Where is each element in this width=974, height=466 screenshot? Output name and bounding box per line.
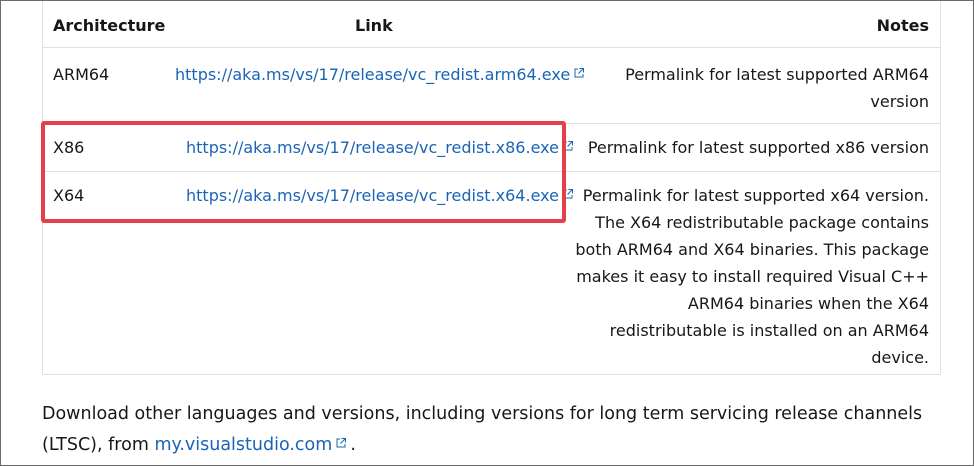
external-link-icon: [574, 68, 585, 78]
download-link-x86[interactable]: https://aka.ms/vs/17/release/vc_redist.x…: [186, 138, 559, 157]
notes-line: makes it easy to install required Visual…: [576, 267, 929, 286]
download-paragraph: Download other languages and versions, i…: [42, 399, 942, 461]
table-row: X86 https://aka.ms/vs/17/release/vc_redi…: [43, 123, 940, 171]
visualstudio-link[interactable]: my.visualstudio.com: [154, 435, 332, 455]
download-link-arm64[interactable]: https://aka.ms/vs/17/release/vc_redist.a…: [175, 65, 570, 84]
table-row: ARM64 https://aka.ms/vs/17/release/vc_re…: [43, 47, 940, 123]
notes-line: device.: [871, 348, 929, 367]
external-link-icon: [336, 438, 347, 448]
paragraph-suffix: .: [350, 435, 356, 455]
notes-line: version: [870, 92, 929, 111]
paragraph-line: Download other languages and versions, i…: [42, 404, 923, 424]
link-cell: https://aka.ms/vs/17/release/vc_redist.a…: [175, 61, 585, 88]
notes-line: ARM64 binaries when the X64: [687, 294, 929, 313]
screenshot-frame: Architecture Link Notes ARM64 https://ak…: [0, 0, 974, 466]
paragraph-line: (LTSC), from my.visualstudio.com.: [42, 430, 942, 461]
link-cell: https://aka.ms/vs/17/release/vc_redist.x…: [186, 134, 573, 161]
external-link-icon: [563, 189, 573, 199]
header-notes: Notes: [876, 16, 929, 35]
redistributable-table: Architecture Link Notes ARM64 https://ak…: [42, 1, 941, 375]
external-link-icon: [563, 141, 573, 151]
notes-line: both ARM64 and X64 binaries. This packag…: [575, 240, 929, 259]
notes-cell: Permalink for latest supported x86 versi…: [588, 134, 929, 161]
notes-line: Permalink for latest supported x86 versi…: [587, 138, 929, 157]
header-link: Link: [355, 16, 393, 35]
notes-line: Permalink for latest supported ARM64: [625, 65, 929, 84]
notes-line: The X64 redistributable package contains: [595, 213, 929, 232]
notes-cell: Permalink for latest supported ARM64 ver…: [625, 61, 929, 115]
notes-line: redistributable is installed on an ARM64: [609, 321, 929, 340]
architecture-cell: X86: [53, 138, 85, 157]
table-row: X64 https://aka.ms/vs/17/release/vc_redi…: [43, 171, 940, 375]
architecture-cell: X64: [53, 186, 85, 205]
architecture-cell: ARM64: [53, 65, 110, 84]
link-cell: https://aka.ms/vs/17/release/vc_redist.x…: [186, 182, 573, 209]
paragraph-prefix: (LTSC), from: [42, 435, 155, 455]
download-link-x64[interactable]: https://aka.ms/vs/17/release/vc_redist.x…: [186, 186, 559, 205]
notes-cell: Permalink for latest supported x64 versi…: [575, 182, 929, 371]
notes-line: Permalink for latest supported x64 versi…: [582, 186, 929, 205]
header-architecture: Architecture: [53, 16, 166, 35]
table-header-row: Architecture Link Notes: [43, 1, 940, 47]
